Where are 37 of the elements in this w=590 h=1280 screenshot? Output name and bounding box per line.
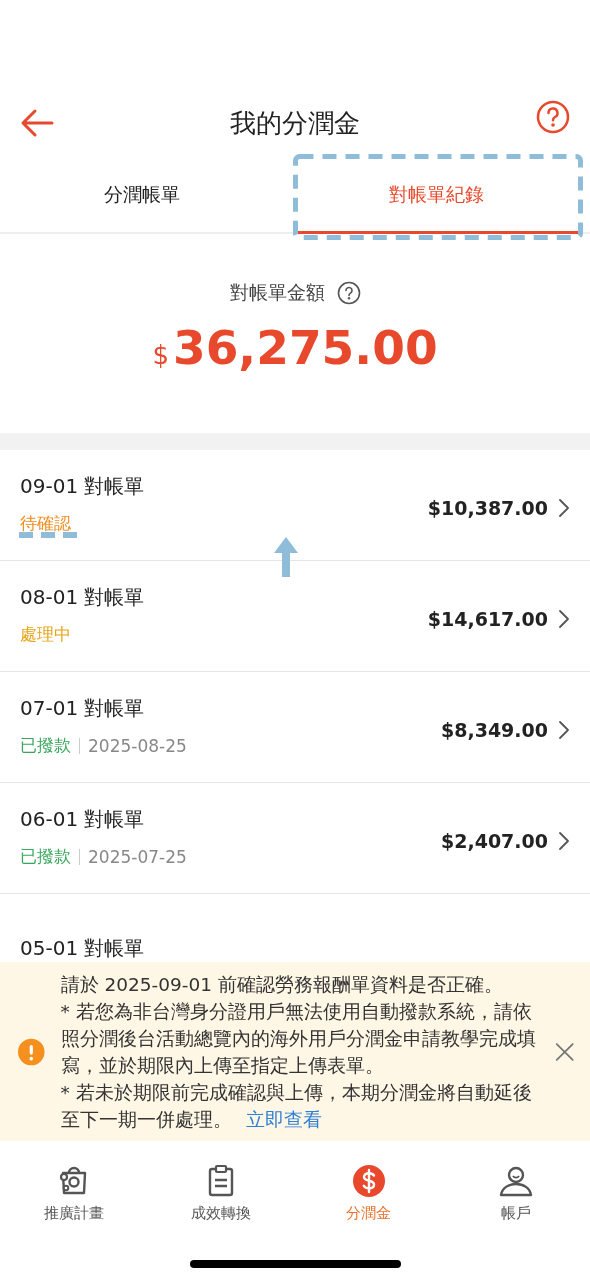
statement-title: 05-01 對帳單 [20, 934, 145, 958]
nav-tab[interactable]: 帳戶 [442, 1153, 590, 1223]
nav-tab[interactable]: 推廣計畫 [0, 1153, 148, 1223]
notice-text: 請於 2025-09-01 前確認勞務報酬單資料是否正確。 * 若您為非台灣身分證用戶無法使用自動撥款系統，請依照分潤後台活動總覽內的海外用戶分潤金申請教學完成填寫，並於期限內上傳至指定上傳表單。 * 若未於期限前完成確認與上傳，本期分潤金將自動延後至下一期一併處理。 立即查看 [60, 972, 537, 1132]
page-title: 我的分潤金 [230, 106, 360, 140]
status-label: 處理中 [20, 623, 71, 646]
statement-title: 09-01 對帳單 [20, 473, 145, 500]
close-icon[interactable] [554, 1040, 574, 1063]
chevron-icon[interactable] [558, 609, 570, 629]
payment-date: 2025-08-25 [88, 735, 187, 756]
arrow-icon [274, 537, 298, 577]
statement-title: 06-01 對帳單 [20, 806, 145, 833]
status-label: 已撥款 [20, 734, 71, 757]
help-icon[interactable] [536, 100, 570, 134]
amount-label: 對帳單金額 [229, 280, 325, 305]
warning-icon [18, 1036, 45, 1067]
statement-amount: $8,349.00 [441, 719, 548, 741]
statement-amount: $14,617.00 [427, 608, 548, 630]
chevron-icon[interactable] [558, 720, 570, 740]
dollar-icon [350, 1163, 387, 1199]
chevron-icon[interactable] [558, 498, 570, 518]
dashed-underline [19, 532, 77, 538]
help-icon[interactable] [336, 281, 361, 305]
view-now-link[interactable]: 立即查看 [245, 1108, 322, 1130]
back-icon[interactable] [20, 108, 54, 138]
tab[interactable]: 分潤帳單 [0, 158, 284, 234]
status-label: 已撥款 [20, 845, 71, 868]
statement-amount: $2,407.00 [441, 830, 548, 852]
nav-tab[interactable]: 成效轉換 [147, 1153, 295, 1223]
payment-date: 2025-07-25 [88, 846, 187, 867]
total-amount: 36,275.00 [172, 320, 438, 375]
statement-amount: $10,387.00 [427, 497, 548, 519]
statement-title: 08-01 對帳單 [20, 584, 145, 611]
status-label: 待確認 [20, 512, 71, 535]
currency-symbol: $ [152, 340, 169, 370]
statement-title: 07-01 對帳單 [20, 695, 145, 722]
chevron-icon[interactable] [558, 831, 570, 851]
